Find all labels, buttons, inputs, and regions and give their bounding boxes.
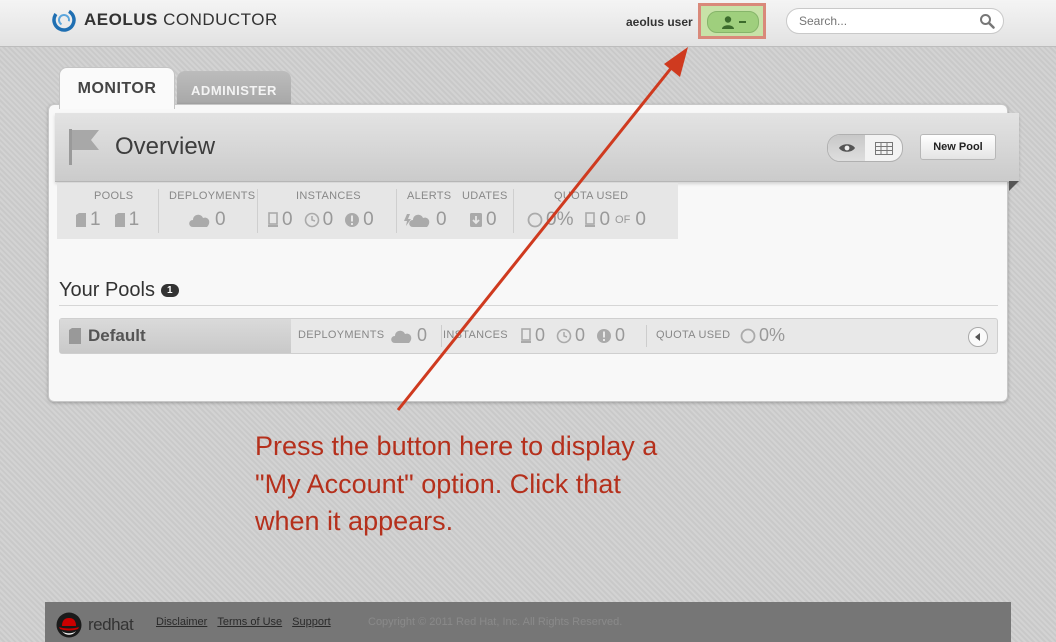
copyright-text: Copyright © 2011 Red Hat, Inc. All Right… <box>368 616 623 628</box>
redhat-logo[interactable]: redhat <box>55 612 134 638</box>
tab-monitor[interactable]: MONITOR <box>59 67 175 109</box>
terms-of-use-link[interactable]: Terms of Use <box>217 616 282 628</box>
footer-links: Disclaimer Terms of Use Support <box>156 616 331 628</box>
footer: redhat Disclaimer Terms of Use Support C… <box>45 602 1011 642</box>
redhat-wordmark: redhat <box>88 615 134 634</box>
support-link[interactable]: Support <box>292 616 331 628</box>
disclaimer-link[interactable]: Disclaimer <box>156 616 207 628</box>
redhat-hat-icon <box>56 612 82 638</box>
arrow-shaft <box>396 61 678 411</box>
